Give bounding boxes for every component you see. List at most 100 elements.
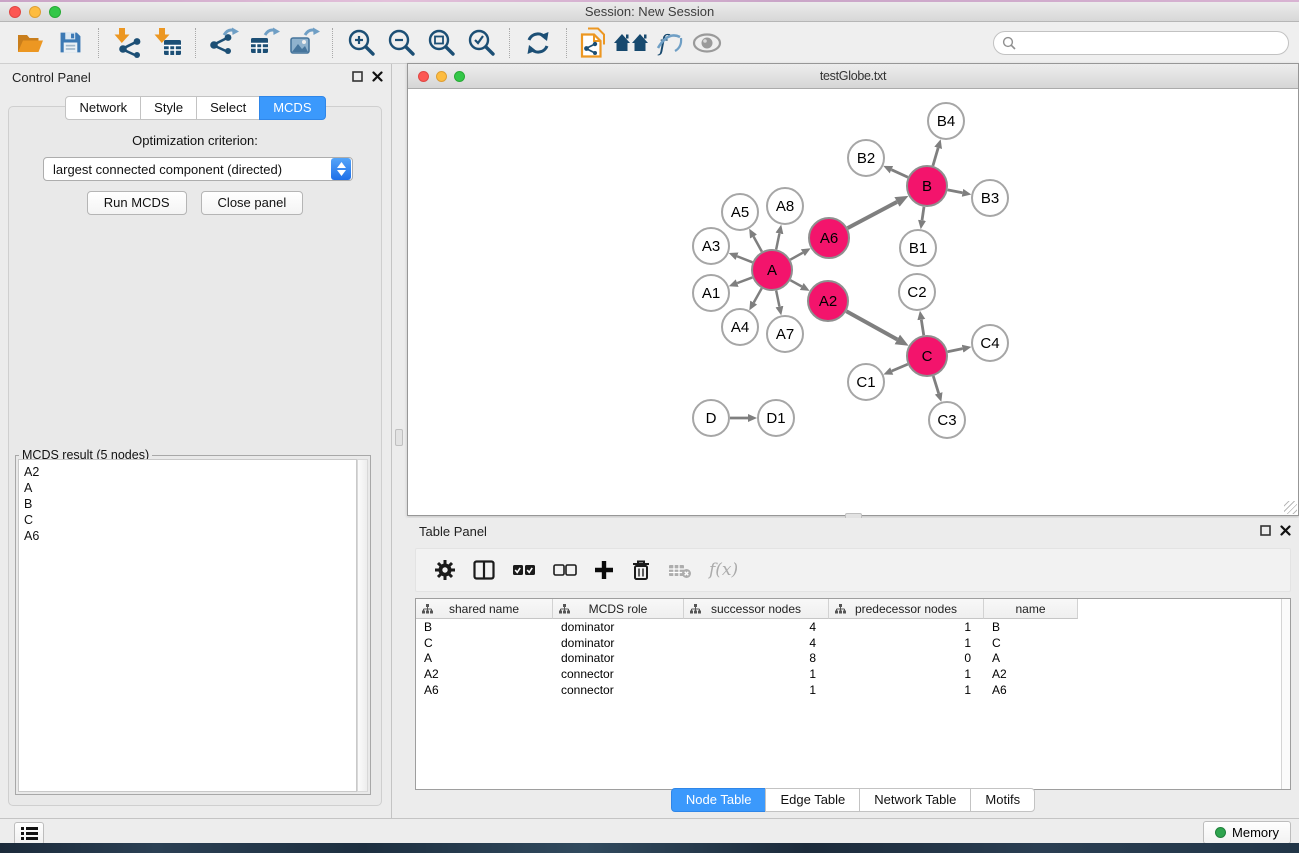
- table-cell[interactable]: 1: [829, 667, 984, 681]
- result-item[interactable]: A6: [24, 528, 356, 544]
- graph-edge-A-A2[interactable]: [790, 280, 801, 286]
- network-canvas[interactable]: B4B2BB3A8A5A6B1A3AC2A1A2A4A7C4CC1C3DD1: [408, 89, 1298, 515]
- column-header-predecessor-nodes[interactable]: predecessor nodes: [829, 599, 984, 619]
- graph-edge-B-B4[interactable]: [933, 148, 938, 166]
- graph-edge-A-A5[interactable]: [754, 237, 762, 252]
- tab-node-table[interactable]: Node Table: [671, 788, 767, 812]
- graph-node-B3[interactable]: B3: [971, 179, 1009, 217]
- table-cell[interactable]: C: [984, 636, 1078, 650]
- close-panel-icon[interactable]: [1280, 525, 1291, 536]
- mcds-result-list[interactable]: A2ABCA6: [18, 459, 357, 792]
- table-row[interactable]: Cdominator41C: [416, 635, 1290, 651]
- result-item[interactable]: C: [24, 512, 356, 528]
- column-header-MCDS-role[interactable]: MCDS role: [553, 599, 684, 619]
- vertical-split-handle[interactable]: [395, 429, 403, 446]
- float-panel-icon[interactable]: [1260, 525, 1271, 536]
- result-item[interactable]: A: [24, 480, 356, 496]
- table-cell[interactable]: dominator: [553, 636, 684, 650]
- close-panel-button[interactable]: Close panel: [201, 191, 304, 215]
- table-row[interactable]: A6connector11A6: [416, 682, 1290, 698]
- table-scrollbar[interactable]: [1281, 599, 1290, 789]
- graph-edge-C-C1[interactable]: [892, 364, 908, 371]
- result-item[interactable]: B: [24, 496, 356, 512]
- import-table-button[interactable]: [147, 25, 187, 61]
- float-panel-icon[interactable]: [352, 71, 363, 82]
- graph-edge-B-B2[interactable]: [891, 170, 907, 178]
- save-session-button[interactable]: [50, 25, 90, 61]
- table-cell[interactable]: B: [416, 620, 553, 634]
- table-cell[interactable]: A: [984, 651, 1078, 665]
- table-cell[interactable]: dominator: [553, 651, 684, 665]
- table-cell[interactable]: 0: [829, 651, 984, 665]
- tab-select[interactable]: Select: [196, 96, 260, 120]
- table-row[interactable]: Bdominator41B: [416, 619, 1290, 635]
- search-field[interactable]: [993, 31, 1289, 55]
- table-row[interactable]: A2connector11A2: [416, 666, 1290, 682]
- tab-mcds[interactable]: MCDS: [259, 96, 325, 120]
- tab-edge-table[interactable]: Edge Table: [765, 788, 860, 812]
- table-cell[interactable]: connector: [553, 667, 684, 681]
- graph-node-A7[interactable]: A7: [766, 315, 804, 353]
- table-cell[interactable]: A2: [984, 667, 1078, 681]
- tab-network[interactable]: Network: [65, 96, 141, 120]
- export-image-button[interactable]: [284, 25, 324, 61]
- export-table-button[interactable]: [244, 25, 284, 61]
- graph-node-B4[interactable]: B4: [927, 102, 965, 140]
- graph-edge-A-A7[interactable]: [776, 291, 779, 307]
- graph-edge-A2-C[interactable]: [846, 311, 897, 339]
- graph-node-C1[interactable]: C1: [847, 363, 885, 401]
- table-row[interactable]: Adominator80A: [416, 651, 1290, 667]
- graph-edge-A-A6[interactable]: [790, 253, 803, 260]
- zoom-selected-button[interactable]: [461, 25, 501, 61]
- graph-node-A5[interactable]: A5: [721, 193, 759, 231]
- graph-edge-A6-B[interactable]: [848, 202, 897, 228]
- network-document-button[interactable]: [575, 25, 611, 61]
- graph-edge-B-B3[interactable]: [948, 190, 963, 193]
- refresh-button[interactable]: [518, 25, 558, 61]
- deselect-all-icon[interactable]: [553, 564, 577, 577]
- table-cell[interactable]: A: [416, 651, 553, 665]
- zoom-in-button[interactable]: [341, 25, 381, 61]
- column-icon[interactable]: [473, 560, 495, 580]
- run-mcds-button[interactable]: Run MCDS: [87, 191, 187, 215]
- graph-node-C4[interactable]: C4: [971, 324, 1009, 362]
- graph-edge-C-C4[interactable]: [948, 349, 963, 352]
- graph-node-D[interactable]: D: [692, 399, 730, 437]
- graph-node-A2[interactable]: A2: [807, 280, 849, 322]
- function-builder-icon[interactable]: f(x): [709, 560, 738, 580]
- task-history-button[interactable]: [14, 822, 44, 845]
- table-cell[interactable]: A6: [416, 683, 553, 697]
- table-cell[interactable]: 1: [684, 683, 829, 697]
- table-cell[interactable]: 4: [684, 620, 829, 634]
- table-cell[interactable]: C: [416, 636, 553, 650]
- node-table[interactable]: shared nameMCDS rolesuccessor nodesprede…: [415, 598, 1291, 790]
- column-header-successor-nodes[interactable]: successor nodes: [684, 599, 829, 619]
- graph-node-B2[interactable]: B2: [847, 139, 885, 177]
- tab-motifs[interactable]: Motifs: [970, 788, 1035, 812]
- graph-edge-A-A4[interactable]: [754, 288, 762, 302]
- trash-icon[interactable]: [631, 559, 651, 581]
- graph-node-A6[interactable]: A6: [808, 217, 850, 259]
- graph-node-A1[interactable]: A1: [692, 274, 730, 312]
- graph-edge-C-C2[interactable]: [921, 320, 923, 336]
- table-cell[interactable]: A6: [984, 683, 1078, 697]
- memory-button[interactable]: Memory: [1203, 821, 1291, 844]
- zoom-out-button[interactable]: [381, 25, 421, 61]
- graph-node-B[interactable]: B: [906, 165, 948, 207]
- criterion-dropdown[interactable]: largest connected component (directed): [43, 157, 353, 181]
- tab-network-table[interactable]: Network Table: [859, 788, 971, 812]
- graph-node-D1[interactable]: D1: [757, 399, 795, 437]
- graph-node-B1[interactable]: B1: [899, 229, 937, 267]
- houses-button[interactable]: [611, 25, 651, 61]
- hide-graphics-button[interactable]: f: [651, 25, 687, 61]
- column-header-shared-name[interactable]: shared name: [416, 599, 553, 619]
- select-all-icon[interactable]: [512, 564, 536, 577]
- table-cell[interactable]: 8: [684, 651, 829, 665]
- graph-node-A8[interactable]: A8: [766, 187, 804, 225]
- graph-edge-B-B1[interactable]: [922, 207, 924, 221]
- graph-node-A4[interactable]: A4: [721, 308, 759, 346]
- table-cell[interactable]: 1: [684, 667, 829, 681]
- result-scrollbar[interactable]: [357, 459, 368, 792]
- eye-button[interactable]: [687, 25, 727, 61]
- table-cell[interactable]: 4: [684, 636, 829, 650]
